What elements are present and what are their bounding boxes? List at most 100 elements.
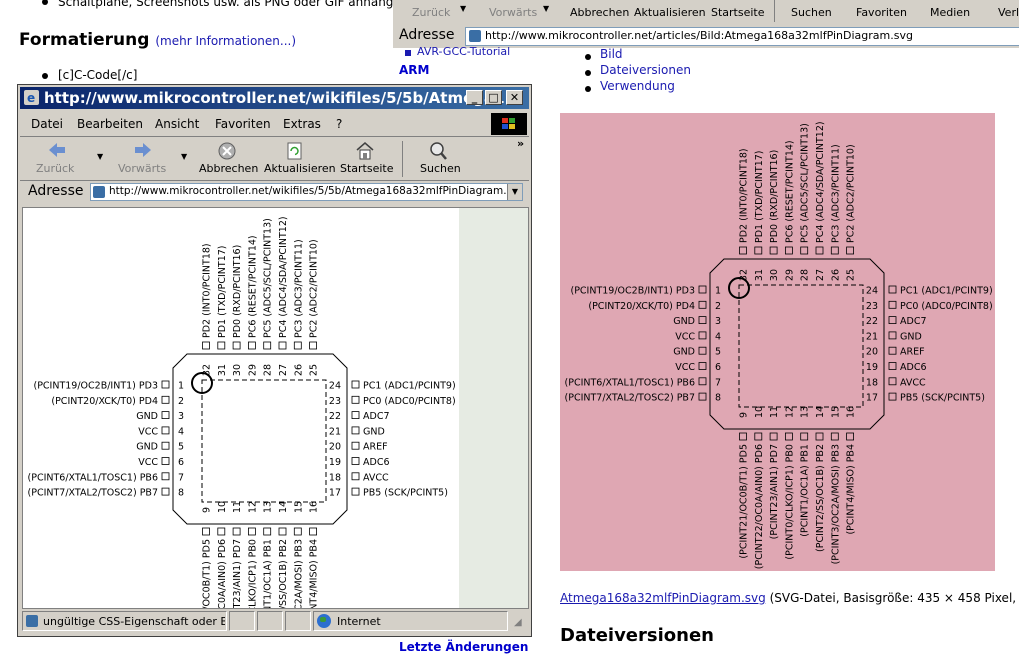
favorites-button[interactable]: Favoriten <box>856 6 907 19</box>
popup-titlebar[interactable]: e http://www.mikrocontroller.net/wikifil… <box>20 87 529 109</box>
pin-pad <box>278 341 287 350</box>
pin-label: (PCINT19/OC2B/INT1) PD3 <box>33 381 158 392</box>
forward-dropdown-icon[interactable]: ▼ <box>181 152 187 161</box>
pin-label: PD0 (RXD/PCINT16) <box>769 150 780 243</box>
minimize-button[interactable]: _ <box>466 90 483 105</box>
pin-label: (PCINT3/OC2A/MOSI) PB3 <box>293 539 304 609</box>
media-button[interactable]: Medien <box>930 6 970 19</box>
pin-number: 11 <box>232 501 243 513</box>
pin-number: 20 <box>866 347 878 358</box>
popup-search-button[interactable]: Suchen <box>418 140 464 178</box>
bullet-text: [c]C-Code[/c] <box>58 68 138 82</box>
pin-number: 16 <box>309 501 320 513</box>
popup-stop-button[interactable]: Abbrechen <box>197 140 258 178</box>
maximize-button[interactable]: □ <box>485 90 502 105</box>
pin-pad <box>161 380 170 389</box>
nav-link-avr-tutorial[interactable]: AVR-GCC-Tutorial <box>417 45 510 58</box>
pin-label: (PCINT20/XCK/T0) PD4 <box>51 396 158 407</box>
search-label: Suchen <box>420 162 461 175</box>
pin-number: 6 <box>715 362 721 373</box>
pin-number: 29 <box>784 269 795 281</box>
pin-pad <box>161 441 170 450</box>
status-message: ungültige CSS-Eigenschaft oder Besc <box>43 615 225 628</box>
menu-ansicht[interactable]: Ansicht <box>155 117 199 131</box>
pin-label: AREF <box>363 442 388 453</box>
pin-pad <box>293 341 302 350</box>
address-dropdown-icon[interactable]: ▼ <box>507 184 522 200</box>
bullet <box>42 73 48 79</box>
pin-label: (PCINT1/OC1A) PB1 <box>800 444 811 537</box>
pin-number: 14 <box>815 406 826 418</box>
toolbar-overflow-icon[interactable]: » <box>517 137 524 150</box>
pin-diagram-popup: 1 (PCINT19/OC2B/INT1) PD3 2 (PCINT20/XCK/T0… <box>28 216 456 609</box>
pin-pad <box>232 527 241 536</box>
history-button[interactable]: Verl <box>998 6 1019 19</box>
link-dateiversionen[interactable]: Dateiversionen <box>600 63 691 77</box>
pin-number: 7 <box>178 472 184 483</box>
back-dropdown-icon[interactable]: ▼ <box>97 152 103 161</box>
globe-icon <box>317 614 331 628</box>
pin-label: (PCINT21/OC0B/T1) PD5 <box>202 539 213 609</box>
more-info-link[interactable]: (mehr Informationen...) <box>155 34 296 48</box>
address-input[interactable]: http://www.mikrocontroller.net/articles/… <box>465 27 1019 46</box>
popup-home-button[interactable]: Startseite <box>338 140 394 178</box>
pin-number: 22 <box>866 316 878 327</box>
back-dropdown-icon[interactable]: ▼ <box>460 4 466 13</box>
refresh-button[interactable]: Aktualisieren <box>634 6 706 19</box>
nav-link-last-changes[interactable]: Letzte Änderungen <box>399 640 528 654</box>
menu-extras[interactable]: Extras <box>283 117 321 131</box>
pin-pad <box>351 395 360 404</box>
pin-pad <box>351 380 360 389</box>
pin-number: 11 <box>769 406 780 418</box>
pin-number: 30 <box>232 364 243 376</box>
toolbar-separator <box>774 0 775 22</box>
pin-label: VCC <box>675 331 695 342</box>
bullet-text: Schaltpläne, Screenshots usw. als PNG od… <box>58 0 394 9</box>
exposed-pad <box>201 379 327 503</box>
pin-pad <box>293 527 302 536</box>
home-label: Startseite <box>340 162 394 175</box>
pin-number: 1 <box>178 381 184 392</box>
pin-pad <box>202 341 210 350</box>
popup-refresh-button[interactable]: Aktualisieren <box>262 140 336 178</box>
pin-label: PC4 (ADC4/SDA/PCINT12) <box>815 121 826 243</box>
close-button[interactable]: ✕ <box>506 90 523 105</box>
pin-label: ADC6 <box>900 362 927 373</box>
search-button[interactable]: Suchen <box>791 6 832 19</box>
file-description: Atmega168a32mlfPinDiagram.svg (SVG-Datei… <box>560 591 1019 605</box>
pin-number: 3 <box>178 411 184 422</box>
pin-label: (PCINT4/MISO) PB4 <box>846 444 857 535</box>
menu-datei[interactable]: Datei <box>31 117 63 131</box>
file-link[interactable]: Atmega168a32mlfPinDiagram.svg <box>560 591 766 605</box>
menu-help[interactable]: ? <box>336 117 342 131</box>
pin-number: 6 <box>178 457 184 468</box>
pin-number: 24 <box>866 286 878 297</box>
pin-number: 16 <box>846 406 857 418</box>
pin-number: 32 <box>202 364 213 376</box>
pin-label: (PCINT3/OC2A/MOSI) PB3 <box>830 444 841 564</box>
resize-grip-icon[interactable]: ◢ <box>514 617 522 628</box>
menu-bearbeiten[interactable]: Bearbeiten <box>77 117 143 131</box>
back-button[interactable]: Zurück <box>412 6 450 19</box>
forward-dropdown-icon[interactable]: ▼ <box>543 4 549 13</box>
stop-button[interactable]: Abbrechen <box>570 6 629 19</box>
pin-number: 9 <box>202 507 213 513</box>
link-verwendung[interactable]: Verwendung <box>600 79 675 93</box>
pin-label: (PCINT2/SS/OC1B) PB2 <box>815 444 826 552</box>
popup-address-input[interactable]: http://www.mikrocontroller.net/wikifiles… <box>90 183 523 201</box>
nav-link-arm[interactable]: ARM <box>399 63 429 77</box>
home-button[interactable]: Startseite <box>711 6 765 19</box>
pin-label: (PCINT0/CLKO/ICP1) PB0 <box>247 539 258 609</box>
pin-label: GND <box>136 442 158 453</box>
content-side-strip <box>459 208 528 608</box>
pin-number: 19 <box>866 362 878 373</box>
popup-forward-button[interactable]: Vorwärts <box>116 140 172 178</box>
forward-button[interactable]: Vorwärts <box>489 6 537 19</box>
menu-favoriten[interactable]: Favoriten <box>215 117 271 131</box>
pin-number: 23 <box>866 301 878 312</box>
status-zone-cell: Internet <box>313 611 508 631</box>
pin-number: 15 <box>830 406 841 418</box>
pin-label: (PCINT0/CLKO/ICP1) PB0 <box>784 444 795 560</box>
popup-back-button[interactable]: Zurück <box>34 140 82 178</box>
link-bild[interactable]: Bild <box>600 47 623 61</box>
